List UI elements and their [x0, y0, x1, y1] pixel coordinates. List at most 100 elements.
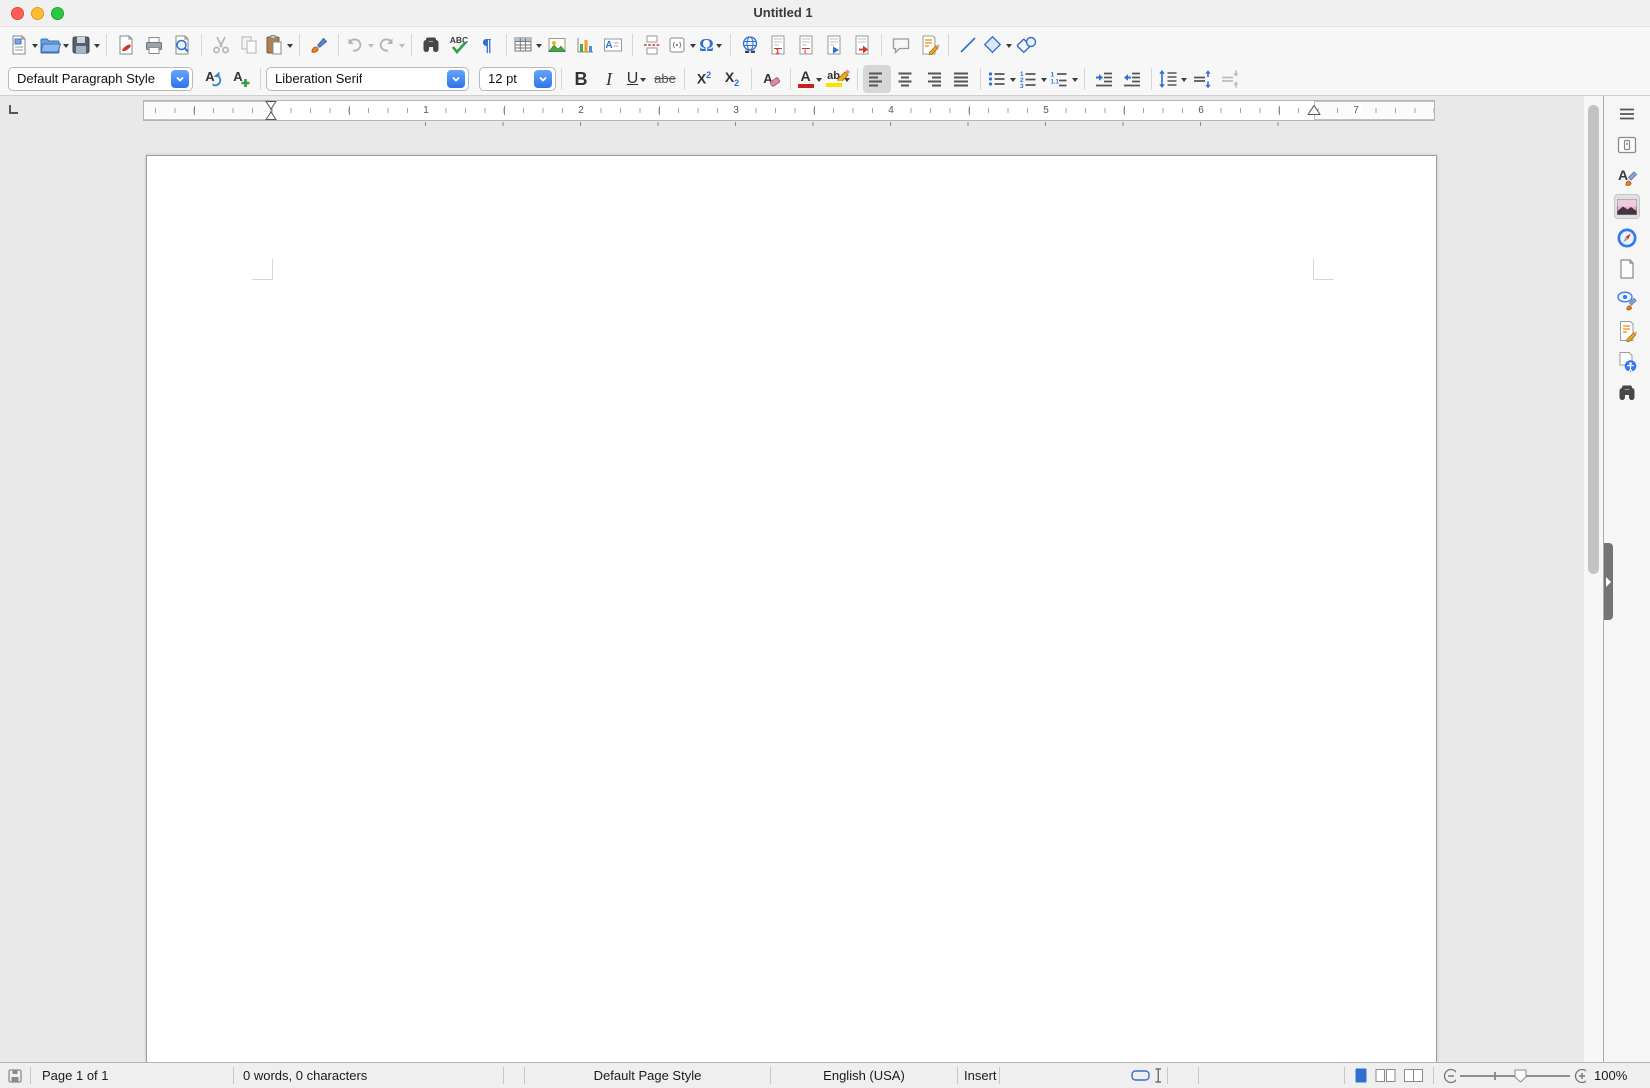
- open-button[interactable]: [39, 31, 70, 59]
- special-character-dropdown-icon[interactable]: [716, 44, 722, 51]
- track-changes-button[interactable]: [915, 31, 943, 59]
- highlight-color-button[interactable]: ab: [824, 65, 852, 93]
- font-color-dropdown-icon[interactable]: [816, 78, 822, 85]
- language-status[interactable]: English (USA): [771, 1063, 957, 1088]
- clear-formatting-button[interactable]: A: [757, 65, 785, 93]
- sidebar-tab-gallery[interactable]: [1614, 194, 1640, 219]
- insert-footnote-button[interactable]: 1: [764, 31, 792, 59]
- vertical-scrollbar-thumb[interactable]: [1588, 105, 1599, 574]
- ordered-list-button[interactable]: 123: [1017, 65, 1048, 93]
- redo-dropdown-icon[interactable]: [399, 44, 405, 51]
- vertical-scrollbar[interactable]: [1584, 96, 1603, 1062]
- paste-button[interactable]: [263, 31, 294, 59]
- update-style-button[interactable]: A: [199, 65, 227, 93]
- insert-bookmark-button[interactable]: [820, 31, 848, 59]
- book-view-icon[interactable]: [1403, 1067, 1424, 1084]
- insert-text-box-button[interactable]: A: [599, 31, 627, 59]
- underline-button[interactable]: U: [623, 65, 651, 93]
- basic-shapes-button[interactable]: [982, 31, 1013, 59]
- paragraph-style-combobox[interactable]: Default Paragraph Style: [8, 67, 193, 91]
- align-center-button[interactable]: [891, 65, 919, 93]
- print-button[interactable]: [140, 31, 168, 59]
- increase-indent-button[interactable]: [1090, 65, 1118, 93]
- insert-special-character-button[interactable]: Ω: [697, 31, 725, 59]
- horizontal-ruler[interactable]: 1 2 3 4 5 6 7: [143, 100, 1435, 121]
- cut-button[interactable]: [207, 31, 235, 59]
- align-left-button[interactable]: [863, 65, 891, 93]
- formatting-marks-button[interactable]: ¶: [473, 31, 501, 59]
- insert-mode-status[interactable]: Insert: [958, 1063, 999, 1088]
- bold-button[interactable]: B: [567, 65, 595, 93]
- insert-endnote-button[interactable]: i: [792, 31, 820, 59]
- spelling-button[interactable]: ABC: [445, 31, 473, 59]
- zoom-out-icon[interactable]: [1443, 1068, 1456, 1084]
- save-button[interactable]: [70, 31, 101, 59]
- export-pdf-button[interactable]: [112, 31, 140, 59]
- document-page[interactable]: [146, 155, 1437, 1062]
- line-spacing-dropdown-icon[interactable]: [1181, 78, 1187, 85]
- strikethrough-button[interactable]: abe: [651, 65, 679, 93]
- align-right-button[interactable]: [919, 65, 947, 93]
- justified-button[interactable]: [947, 65, 975, 93]
- insert-cross-reference-button[interactable]: [848, 31, 876, 59]
- sidebar-hide-handle[interactable]: [1604, 543, 1613, 620]
- sidebar-tab-accessibility-check[interactable]: [1614, 349, 1640, 374]
- show-draw-functions-button[interactable]: [1013, 31, 1041, 59]
- close-window-button[interactable]: [11, 7, 24, 20]
- minimize-window-button[interactable]: [31, 7, 44, 20]
- font-name-dropdown-icon[interactable]: [447, 70, 465, 88]
- word-count-status[interactable]: 0 words, 0 characters: [234, 1063, 503, 1088]
- new-style-button[interactable]: A: [227, 65, 255, 93]
- insert-field-dropdown-icon[interactable]: [690, 44, 696, 51]
- sidebar-tab-style-inspector[interactable]: [1614, 287, 1640, 312]
- sidebar-tab-navigator[interactable]: [1614, 225, 1640, 250]
- insert-table-button[interactable]: [512, 31, 543, 59]
- outline-list-dropdown-icon[interactable]: [1072, 78, 1078, 85]
- zoom-percentage[interactable]: 100%: [1586, 1063, 1627, 1088]
- selection-mode-status[interactable]: [1000, 1063, 1167, 1088]
- font-size-combobox[interactable]: 12 pt: [479, 67, 556, 91]
- multi-page-view-icon[interactable]: [1375, 1067, 1396, 1084]
- single-page-view-icon[interactable]: [1354, 1067, 1368, 1084]
- save-dropdown-icon[interactable]: [94, 44, 100, 51]
- sidebar-settings-button[interactable]: [1614, 101, 1640, 126]
- undo-dropdown-icon[interactable]: [368, 44, 374, 51]
- clone-formatting-button[interactable]: [305, 31, 333, 59]
- superscript-button[interactable]: X2: [690, 65, 718, 93]
- insert-page-break-button[interactable]: [638, 31, 666, 59]
- paste-dropdown-icon[interactable]: [287, 44, 293, 51]
- zoom-slider[interactable]: [1460, 1069, 1570, 1083]
- right-indent-marker[interactable]: [1308, 102, 1321, 120]
- zoom-in-icon[interactable]: [1574, 1068, 1587, 1084]
- find-replace-button[interactable]: [417, 31, 445, 59]
- unordered-list-button[interactable]: [986, 65, 1017, 93]
- line-spacing-button[interactable]: [1157, 65, 1188, 93]
- insert-field-button[interactable]: [666, 31, 697, 59]
- outline-list-button[interactable]: 11.1: [1048, 65, 1079, 93]
- ordered-list-dropdown-icon[interactable]: [1041, 78, 1047, 85]
- sidebar-tab-properties[interactable]: [1614, 132, 1640, 157]
- decrease-indent-button[interactable]: [1118, 65, 1146, 93]
- decrease-paragraph-spacing-button[interactable]: [1216, 65, 1244, 93]
- insert-comment-button[interactable]: [887, 31, 915, 59]
- sidebar-tab-find[interactable]: [1614, 380, 1640, 405]
- tab-stop-selector[interactable]: [9, 105, 18, 114]
- new-document-button[interactable]: [8, 31, 39, 59]
- increase-paragraph-spacing-button[interactable]: [1188, 65, 1216, 93]
- font-color-button[interactable]: A: [796, 65, 824, 93]
- left-indent-marker[interactable]: [266, 101, 277, 125]
- insert-hyperlink-button[interactable]: [736, 31, 764, 59]
- insert-line-button[interactable]: [954, 31, 982, 59]
- insert-chart-button[interactable]: [571, 31, 599, 59]
- unordered-list-dropdown-icon[interactable]: [1010, 78, 1016, 85]
- basic-shapes-dropdown-icon[interactable]: [1006, 44, 1012, 51]
- copy-button[interactable]: [235, 31, 263, 59]
- new-document-dropdown-icon[interactable]: [32, 44, 38, 51]
- insert-table-dropdown-icon[interactable]: [536, 44, 542, 51]
- open-dropdown-icon[interactable]: [63, 44, 69, 51]
- subscript-button[interactable]: X2: [718, 65, 746, 93]
- italic-button[interactable]: I: [595, 65, 623, 93]
- sidebar-tab-styles[interactable]: A: [1614, 163, 1640, 188]
- sidebar-tab-page[interactable]: [1614, 256, 1640, 281]
- page-style-status[interactable]: Default Page Style: [525, 1063, 770, 1088]
